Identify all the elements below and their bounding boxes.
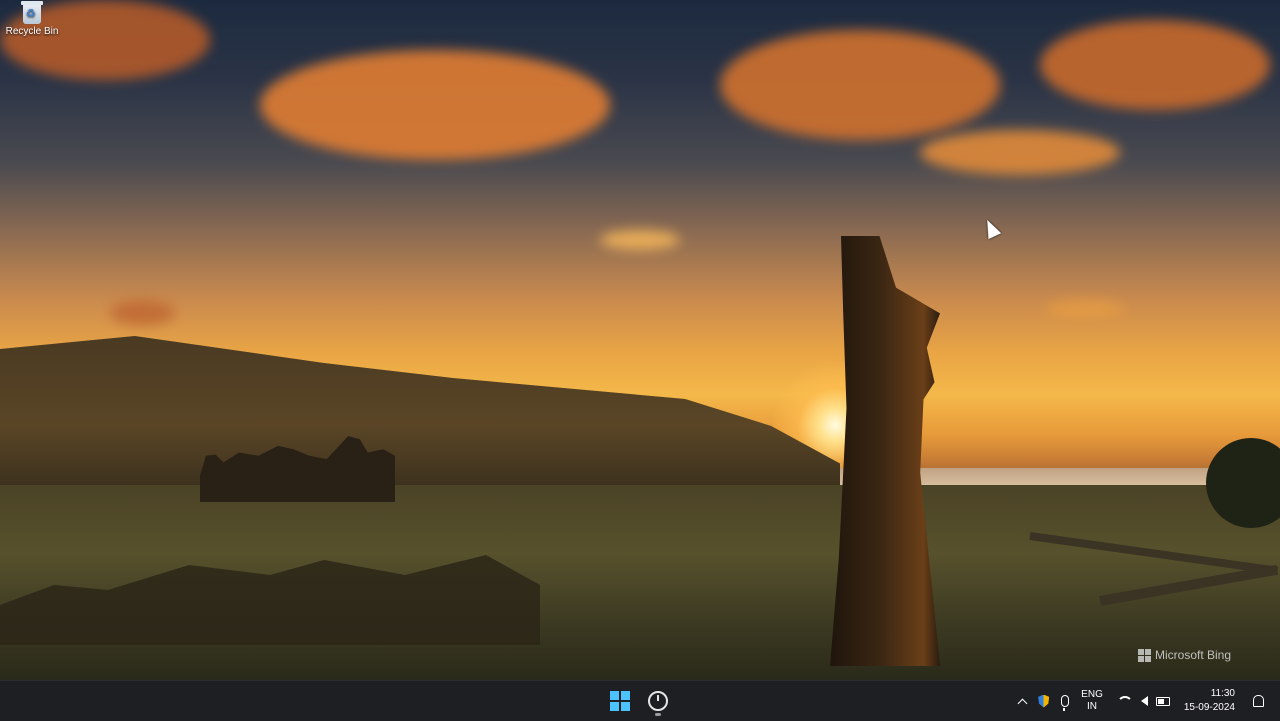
microphone-icon <box>1061 695 1070 711</box>
wallpaper-cloud <box>600 230 680 250</box>
desktop-icon-label: Recycle Bin <box>5 26 59 37</box>
wallpaper-cloud <box>1040 20 1270 110</box>
language-switcher[interactable]: ENG IN <box>1075 685 1109 717</box>
windows-start-icon <box>610 691 630 711</box>
security-shield-icon <box>1038 694 1050 708</box>
wallpaper-cloud <box>1045 300 1125 320</box>
taskbar-clock-app-button[interactable] <box>642 685 674 717</box>
language-secondary: IN <box>1087 701 1097 712</box>
battery-icon <box>1155 696 1170 706</box>
security-tray-button[interactable] <box>1032 685 1055 717</box>
desktop-wallpaper: Recycle Bin Microsoft Bing <box>0 0 1280 680</box>
clock-date: 15-09-2024 <box>1183 702 1235 713</box>
wifi-icon <box>1116 696 1133 706</box>
system-tray: ENG IN 11:30 15-09-2024 <box>1013 681 1280 721</box>
start-button[interactable] <box>604 685 636 717</box>
wallpaper-cloud <box>260 50 610 160</box>
clock-time: 11:30 <box>1210 688 1235 699</box>
taskbar: ENG IN 11:30 15-09-2024 <box>0 680 1280 721</box>
microsoft-logo-icon <box>1138 648 1151 662</box>
wallpaper-cloud <box>110 300 175 325</box>
wallpaper-cloud <box>720 30 1000 140</box>
recycle-bin-icon <box>21 1 43 24</box>
taskbar-pinned-apps <box>604 685 674 717</box>
clock-date-button[interactable]: 11:30 15-09-2024 <box>1178 685 1241 717</box>
chevron-up-icon <box>1017 698 1028 708</box>
notifications-button[interactable] <box>1241 685 1280 717</box>
running-indicator <box>655 713 661 716</box>
notification-bell-icon <box>1253 695 1264 707</box>
clock-app-icon <box>648 691 668 711</box>
wallpaper-moai-statue <box>830 236 940 666</box>
quick-settings-button[interactable] <box>1109 685 1178 717</box>
desktop-icon-recycle-bin[interactable]: Recycle Bin <box>4 1 60 37</box>
bing-watermark-text: Microsoft Bing <box>1155 648 1232 662</box>
show-hidden-icons-button[interactable] <box>1013 685 1032 717</box>
bing-watermark: Microsoft Bing <box>1138 648 1231 662</box>
wallpaper-cloud <box>920 130 1120 175</box>
volume-icon <box>1140 696 1148 706</box>
microphone-tray-button[interactable] <box>1055 685 1075 717</box>
language-primary: ENG <box>1081 689 1103 700</box>
mouse-cursor-icon <box>980 216 1002 240</box>
wallpaper-hill <box>0 336 840 486</box>
